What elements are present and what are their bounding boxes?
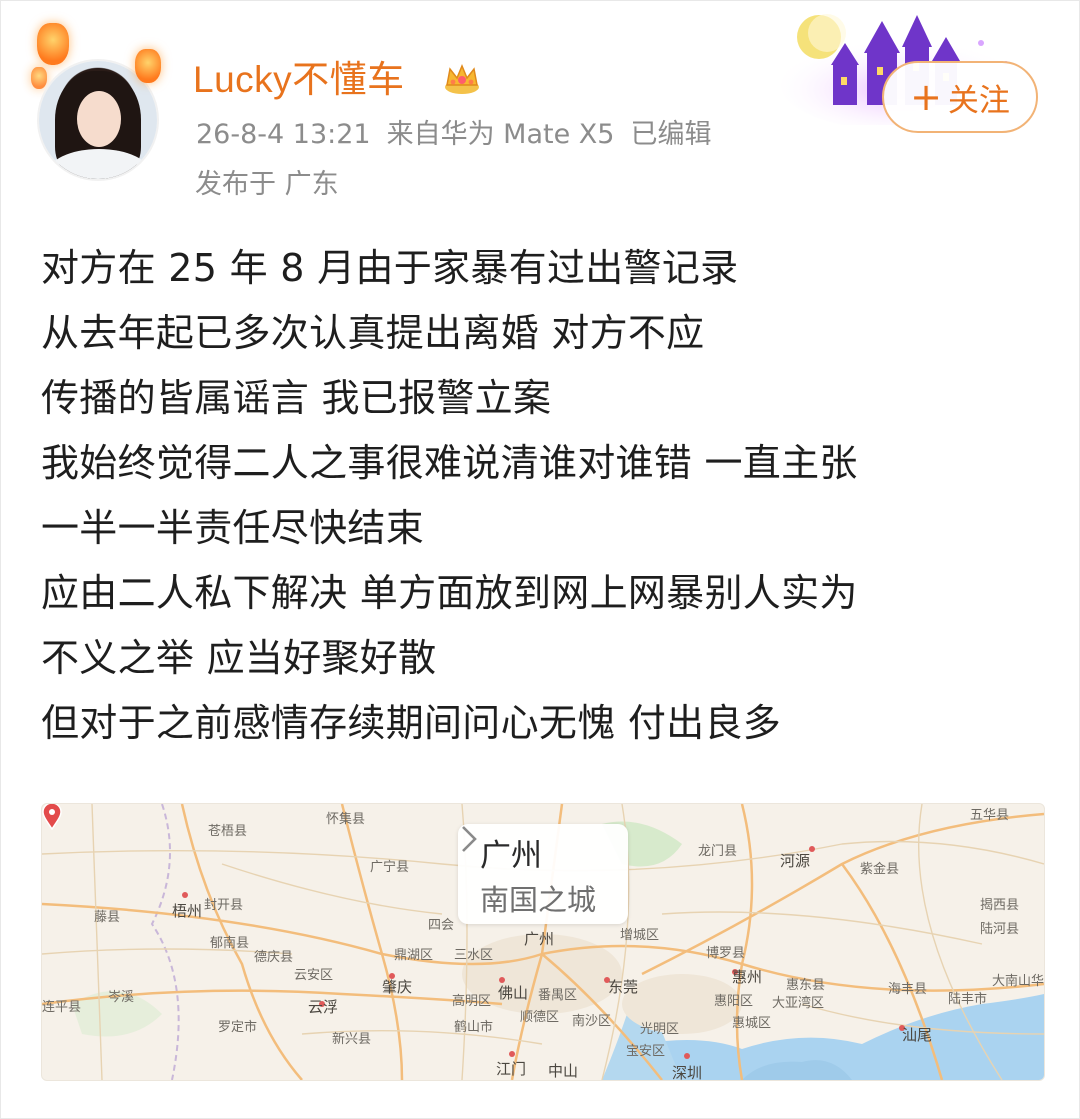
map-label: 陆丰市 (948, 992, 988, 1007)
map-label: 海丰县 (888, 982, 928, 997)
lantern-icon (37, 23, 69, 65)
post-line: 应由二人私下解决 单方面放到网上网暴别人实为 (41, 571, 858, 615)
location-pin-icon (42, 804, 62, 830)
post-line: 不义之举 应当好聚好散 (41, 636, 437, 680)
map-label: 大亚湾区 (772, 996, 825, 1011)
map-label: 岑溪 (108, 990, 135, 1005)
city-info-popup[interactable]: 广州 南国之城 (458, 824, 628, 924)
post-location: 发布于 广东 (195, 169, 339, 200)
location-map-card[interactable]: 五华县 怀集县 苍梧县 龙门县 河源 广宁县 紫金县 揭西县 梧州 封开县 藤县… (41, 803, 1045, 1081)
city-subtitle: 南国之城 (480, 883, 597, 917)
crown-icon[interactable] (443, 63, 481, 95)
map-label: 南沙区 (572, 1014, 612, 1029)
post-line: 但对于之前感情存续期间问心无愧 付出良多 (41, 701, 782, 745)
map-label: 新兴县 (332, 1032, 372, 1047)
map-label: 五华县 (970, 808, 1010, 823)
lantern-icon (31, 67, 47, 89)
weibo-post-card: Lucky不懂车 26-8-4 13:21 来自华为 Mate X5 已编辑 发布于… (0, 0, 1080, 1119)
map-label: 江门 (496, 1060, 527, 1078)
map-label: 云浮 (308, 998, 339, 1016)
post-timestamp: 26-8-4 13:21 (196, 119, 371, 150)
follow-button[interactable]: + 关注 (882, 61, 1038, 133)
city-name: 广州 (480, 838, 542, 874)
map-label: 云安区 (294, 968, 334, 983)
map-label: 光明区 (640, 1022, 680, 1037)
map-label: 陆河县 (980, 922, 1020, 937)
map-label: 广州 (524, 930, 555, 948)
post-source[interactable]: 来自华为 Mate X5 (387, 119, 615, 150)
follow-label: 关注 (947, 82, 1010, 119)
map-label: 藤县 (94, 910, 121, 925)
map-label: 汕尾 (902, 1026, 933, 1044)
map-label: 郁南县 (210, 936, 250, 951)
map-label: 顺德区 (520, 1010, 560, 1025)
map-label: 梧州 (172, 902, 203, 920)
map-label: 番禺区 (538, 988, 578, 1003)
map-label: 罗定市 (218, 1020, 258, 1035)
map-label: 河源 (780, 852, 811, 870)
map-label: 广宁县 (370, 860, 410, 875)
map-label: 连平县 (42, 1000, 82, 1015)
map-label: 苍梧县 (208, 824, 248, 839)
map-label: 惠东县 (786, 978, 826, 993)
map-label: 惠阳区 (714, 994, 754, 1009)
map-label: 揭西县 (980, 898, 1020, 913)
map-label: 东莞 (608, 978, 639, 996)
post-line: 对方在 25 年 8 月由于家暴有过出警记录 (41, 246, 739, 290)
edited-label[interactable]: 已编辑 (630, 119, 711, 150)
map-label: 博罗县 (706, 946, 746, 961)
map-label: 怀集县 (326, 812, 366, 827)
map-label: 鼎湖区 (394, 948, 434, 963)
map-label: 大南山华 (992, 974, 1045, 989)
map-label: 龙门县 (698, 844, 738, 859)
map-label: 中山 (548, 1062, 579, 1080)
map-label: 紫金县 (860, 862, 900, 877)
map-label: 增城区 (620, 928, 660, 943)
post-line: 我始终觉得二人之事很难说清谁对谁错 一直主张 (41, 441, 858, 485)
map-label: 惠州 (732, 968, 763, 986)
lantern-icon (135, 49, 161, 83)
chevron-right-icon (462, 826, 477, 852)
post-line: 一半一半责任尽快结束 (41, 506, 425, 550)
map-label: 深圳 (672, 1064, 703, 1081)
author-name[interactable]: Lucky不懂车 (193, 53, 405, 107)
avatar-frame[interactable] (31, 23, 171, 179)
map-label: 封开县 (204, 898, 244, 913)
post-line: 从去年起已多次认真提出离婚 对方不应 (41, 311, 705, 355)
plus-icon: + (910, 75, 942, 119)
post-line: 传播的皆属谣言 我已报警立案 (41, 376, 552, 420)
map-label: 佛山 (498, 984, 529, 1002)
map-label: 鹤山市 (454, 1020, 494, 1035)
post-meta: 26-8-4 13:21 来自华为 Mate X5 已编辑 (196, 115, 711, 155)
map-label: 三水区 (454, 948, 494, 963)
map-label: 宝安区 (626, 1044, 666, 1059)
map-label: 高明区 (452, 994, 492, 1009)
post-content: 对方在 25 年 8 月由于家暴有过出警记录 从去年起已多次认真提出离婚 对方不… (41, 236, 1051, 756)
map-label: 惠城区 (732, 1016, 772, 1031)
map-label: 四会 (428, 918, 455, 933)
map-label: 肇庆 (382, 978, 413, 996)
map-label: 德庆县 (254, 950, 294, 965)
